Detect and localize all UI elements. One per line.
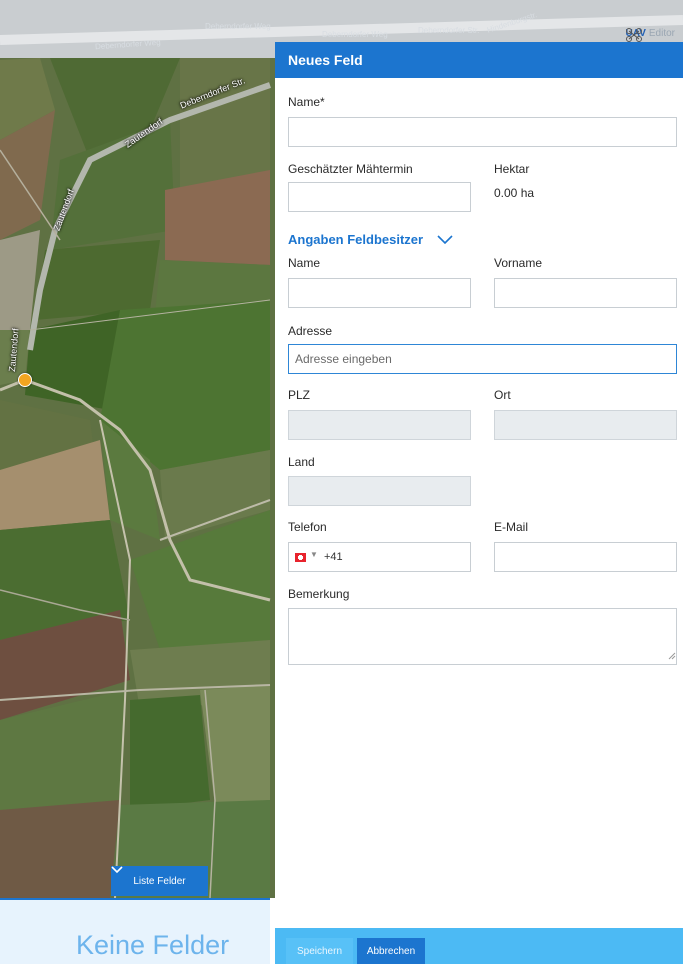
country-label: Land [288, 455, 315, 469]
city-label: Ort [494, 388, 511, 402]
name-field[interactable] [288, 117, 677, 147]
email-field[interactable] [494, 542, 677, 572]
list-fields-button[interactable]: Liste Felder [111, 866, 208, 896]
hectare-value: 0.00 ha [494, 186, 535, 200]
brand-part-2: Editor [648, 28, 675, 39]
owner-firstname-field[interactable] [494, 278, 677, 308]
list-fields-label: Liste Felder [133, 875, 186, 887]
chevron-down-icon [437, 235, 453, 244]
map-road-label: Deberndorfer Weg [322, 30, 388, 39]
chevron-down-icon [111, 866, 123, 874]
zip-label: PLZ [288, 388, 311, 402]
hectare-label: Hektar [494, 162, 530, 176]
owner-name-field[interactable] [288, 278, 471, 308]
cancel-button[interactable]: Abbrechen [357, 938, 425, 964]
remark-field[interactable] [288, 608, 677, 665]
map-location-marker[interactable] [18, 373, 32, 387]
drone-icon [625, 28, 642, 42]
address-field[interactable] [288, 344, 677, 374]
map-road-label: Deberndorfer Str. [418, 26, 480, 35]
zip-field [288, 410, 471, 440]
empty-list-title: Keine Felder [76, 930, 230, 960]
phone-country-code: +41 [324, 551, 343, 563]
remark-label: Bemerkung [288, 587, 350, 601]
country-field [288, 476, 471, 506]
mow-date-label: Geschätzter Mähtermin [288, 162, 413, 176]
map-road-label: Deberndorfer Weg [205, 22, 271, 31]
resize-handle-icon[interactable] [668, 652, 676, 660]
panel-title: Neues Feld [275, 42, 683, 78]
owner-section-toggle[interactable]: Angaben Feldbesitzer [288, 232, 453, 247]
mow-date-field[interactable] [288, 182, 471, 212]
save-button[interactable]: Speichern [286, 938, 353, 964]
email-label: E-Mail [494, 520, 529, 534]
owner-section-title: Angaben Feldbesitzer [288, 232, 424, 247]
new-field-panel: Neues Feld Name* Geschätzter Mähtermin H… [275, 42, 683, 964]
owner-firstname-label: Vorname [494, 256, 543, 270]
owner-name-label: Name [288, 256, 321, 270]
name-label: Name* [288, 95, 325, 109]
swiss-flag-icon[interactable] [295, 553, 306, 562]
city-field [494, 410, 677, 440]
caret-down-icon[interactable]: ▼ [310, 550, 318, 559]
phone-field[interactable]: ▼ +41 [288, 542, 471, 572]
phone-label: Telefon [288, 520, 327, 534]
address-label: Adresse [288, 324, 333, 338]
app-logo: UAV Editor [625, 28, 675, 42]
